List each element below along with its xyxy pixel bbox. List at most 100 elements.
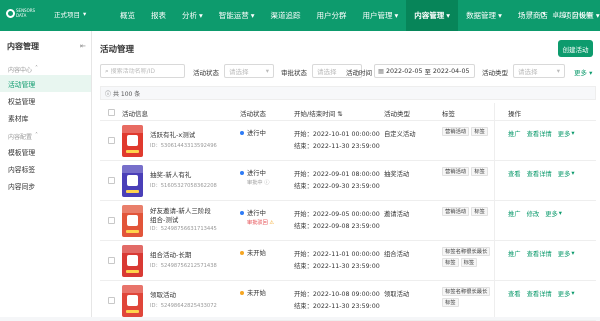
company-name[interactable]: 分析师 — [573, 9, 593, 19]
status-text: 进行中 — [247, 210, 266, 217]
search-input[interactable] — [110, 67, 179, 75]
time-filter-label-text: 活动时间 — [346, 69, 372, 77]
info-icon: ⓘ — [105, 90, 112, 98]
warning-icon[interactable]: ⚠ — [269, 220, 274, 226]
audit-status: 审批驳回 ⚠ — [247, 219, 274, 226]
start-time: 开始：2022-09-05 00:00:00 — [294, 211, 380, 218]
nav-tab-data-management[interactable]: 数据管理 ▾ — [458, 0, 510, 31]
chevron-down-icon: ▾ — [498, 11, 502, 20]
sidebar-item-activity-management[interactable]: 活动管理 — [0, 75, 91, 92]
row-checkbox[interactable] — [108, 297, 115, 304]
sidebar-group-label: 内容配置 — [8, 134, 33, 141]
activity-name[interactable]: 活跃有礼-x测试 — [150, 129, 195, 139]
nav-tab-content-management[interactable]: 内容管理 ▾ — [406, 0, 459, 31]
top-navigation-bar: SENSORS DATA 正式项目 ▾ 概览 报表 分析 ▾ 智能运营 ▾ 渠道追踪… — [0, 0, 600, 31]
nav-tab-smart-ops[interactable]: 智能运营 ▾ — [211, 0, 263, 31]
select-placeholder: 请选择 — [518, 68, 538, 76]
sidebar-item-label: 活动管理 — [8, 80, 36, 89]
nav-tab-analysis[interactable]: 分析 ▾ — [174, 0, 211, 31]
nav-tab-label: 内容管理 — [414, 11, 445, 20]
user-name[interactable]: 卓越 — [553, 9, 566, 19]
date-separator: 至 — [424, 68, 431, 76]
tag-list: 营销活动 标签 — [442, 127, 494, 157]
search-field[interactable]: ⌕ — [100, 64, 185, 78]
nav-tab-user-segments[interactable]: 用户分群 — [309, 0, 355, 31]
chevron-down-icon: ▾ — [250, 11, 255, 20]
date-range-picker[interactable]: ▦ 2022-02-05 至 2022-04-05 — [374, 64, 475, 78]
activity-type: 邀请活动 — [384, 211, 410, 218]
bell-icon[interactable]: ◔ — [540, 10, 546, 18]
status-dot — [240, 250, 244, 255]
nav-tab-label: 数据管理 — [466, 11, 497, 20]
sidebar-item-material-library[interactable]: 素材库 — [0, 109, 91, 126]
tag: 标签名称很长最长 — [442, 287, 491, 296]
select-placeholder: 请选择 — [317, 68, 337, 76]
main-content: 活动管理 创建活动 ⌕ 活动状态 请选择 ▾ 审批状态 请选择 ▾ 活动时间 ▦… — [92, 31, 600, 321]
header-type: 活动类型 — [384, 110, 410, 118]
tag: 标签 — [460, 258, 478, 267]
audit-filter-label: 审批状态 — [281, 69, 307, 77]
select-placeholder: 请选择 — [229, 68, 249, 76]
start-time: 开始：2022-10-08 09:00:00 — [294, 291, 380, 298]
audit-text: 审批驳回 — [247, 220, 268, 226]
tag-list: 营销活动 标签 — [442, 207, 494, 237]
tag: 标签 — [471, 207, 488, 216]
activity-type: 抽奖活动 — [384, 171, 410, 178]
sidebar-item-rights-management[interactable]: 权益管理 — [0, 92, 91, 109]
type-filter-select[interactable]: 请选择 ▾ — [513, 64, 565, 78]
tag-list: 营销活动 标签 — [442, 167, 494, 197]
row-checkbox[interactable] — [108, 217, 115, 224]
activity-thumbnail — [122, 165, 143, 197]
row-checkbox[interactable] — [108, 257, 115, 264]
activity-name-line2[interactable]: 组合-测试 — [150, 214, 178, 224]
date-start: 2022-02-05 — [385, 67, 423, 75]
header-status: 活动状态 — [240, 110, 266, 118]
sidebar: 内容管理 ⇤ 内容中心 ˄ 活动管理 权益管理 素材库 内容配置 ˄ 模板管理 … — [0, 31, 92, 317]
sidebar-item-content-sync[interactable]: 内容同步 — [0, 177, 91, 194]
collapse-sidebar-icon[interactable]: ⇤ — [80, 42, 86, 50]
question-icon[interactable]: ⓘ — [264, 180, 269, 186]
activity-name[interactable]: 抽奖-新人有礼 — [150, 169, 191, 179]
sidebar-item-content-tags[interactable]: 内容标签 — [0, 160, 91, 177]
activity-name[interactable]: 领取活动 — [150, 289, 176, 299]
project-name: 正式项目 — [54, 11, 80, 19]
nav-tab-user-management[interactable]: 用户管理 ▾ — [355, 0, 407, 31]
sidebar-group-content-center[interactable]: 内容中心 ˄ — [8, 65, 38, 74]
sidebar-item-template-management[interactable]: 模板管理 — [0, 143, 91, 160]
activity-id: ID：52498756631713445 — [150, 226, 217, 232]
start-time: 开始：2022-10-01 00:00:00 — [294, 131, 380, 138]
select-all-checkbox[interactable] — [108, 109, 115, 116]
help-icon[interactable]: ? — [529, 10, 532, 18]
nav-tab-label: 概览 — [120, 11, 135, 20]
tag: 营销活动 — [442, 207, 470, 216]
activity-id: ID：51605327058362208 — [150, 183, 217, 189]
calendar-icon: ▦ — [378, 67, 384, 75]
create-activity-button[interactable]: 创建活动 — [558, 40, 593, 57]
header-time[interactable]: 开始/结束时间 ⇅ — [294, 108, 343, 118]
tag: 标签名称很长最长 — [442, 247, 491, 256]
nav-tab-label: 智能运营 — [218, 11, 249, 20]
project-selector[interactable]: 正式项目 ▾ — [54, 9, 86, 19]
nav-tab-channel-tracking[interactable]: 渠道追踪 — [263, 0, 309, 31]
logo[interactable]: SENSORS DATA — [6, 7, 42, 23]
tag: 营销活动 — [442, 167, 470, 176]
tag: 营销活动 — [442, 127, 470, 136]
row-checkbox[interactable] — [108, 177, 115, 184]
status-text: 未开始 — [247, 250, 266, 257]
sidebar-item-label: 素材库 — [8, 114, 29, 123]
status-filter-select[interactable]: 请选择 ▾ — [224, 64, 274, 78]
chevron-down-icon: ▾ — [446, 11, 451, 20]
status-text: 进行中 — [247, 170, 266, 177]
sidebar-group-content-config[interactable]: 内容配置 ˄ — [8, 132, 38, 141]
search-icon: ⌕ — [105, 66, 109, 75]
nav-tab-reports[interactable]: 报表 — [143, 0, 174, 31]
nav-tab-label: 用户分群 — [316, 11, 347, 20]
tag-list: 标签名称很长最长标签 标签 — [442, 247, 494, 277]
tag: 标签 — [471, 167, 488, 176]
nav-tab-overview[interactable]: 概览 — [112, 0, 143, 31]
more-filters-link[interactable]: 更多 ▾ — [574, 67, 592, 77]
row-checkbox[interactable] — [108, 137, 115, 144]
filter-bar: ⌕ 活动状态 请选择 ▾ 审批状态 请选择 ▾ 活动时间 ▦ 2022-02-0… — [100, 64, 596, 79]
activity-name[interactable]: 组合活动-长期 — [150, 249, 191, 259]
actions-column-divider — [494, 103, 596, 317]
